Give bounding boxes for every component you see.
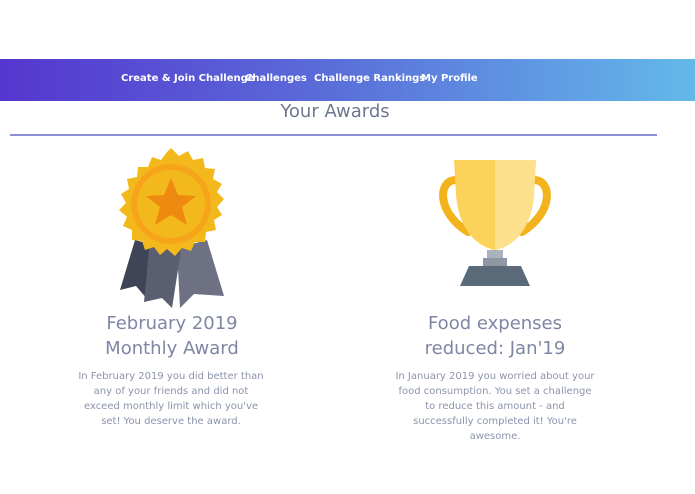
award-title-line-2: Monthly Award xyxy=(105,338,239,359)
trophy-icon xyxy=(439,160,551,286)
award-title-line-1: February 2019 xyxy=(106,313,238,334)
title-divider xyxy=(10,134,657,136)
nav-challenges[interactable]: Challenges xyxy=(245,73,307,84)
medal-ribbon-icon xyxy=(119,148,224,308)
award-description: In February 2019 you did better than any… xyxy=(78,371,264,427)
award-title-line-1: Food expenses xyxy=(427,313,563,334)
top-navbar: Create & Join Challenge Challenges Chall… xyxy=(0,59,695,101)
award-title: February 2019 Monthly Award xyxy=(72,311,272,361)
award-description: In January 2019 you worried about your f… xyxy=(395,371,595,442)
nav-challenge-rankings[interactable]: Challenge Rankings xyxy=(314,73,425,84)
nav-my-profile[interactable]: My Profile xyxy=(421,73,478,84)
award-title: Food expenses reduced: Jan'19 xyxy=(395,311,595,361)
nav-create-join-challenge[interactable]: Create & Join Challenge xyxy=(121,73,255,84)
page-title: Your Awards xyxy=(280,101,390,122)
award-title-line-2: reduced: Jan'19 xyxy=(424,338,566,359)
